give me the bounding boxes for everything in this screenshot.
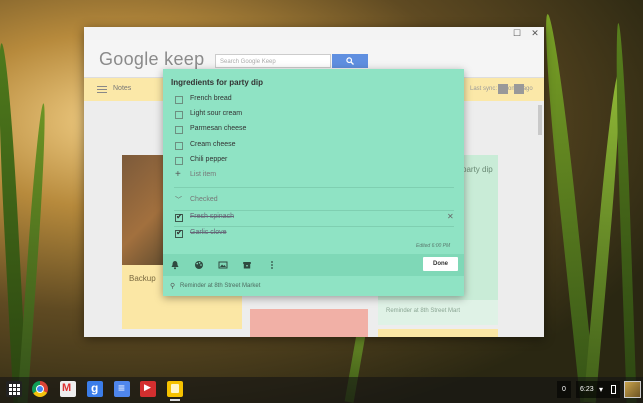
list-item[interactable]: Parmesan cheese bbox=[175, 124, 455, 136]
checkbox[interactable] bbox=[175, 96, 183, 104]
note-card-text: Backup bbox=[129, 274, 156, 283]
archive-icon[interactable] bbox=[242, 260, 252, 270]
checkbox[interactable] bbox=[175, 157, 183, 165]
maximize-button[interactable]: ☐ bbox=[511, 28, 523, 39]
notification-count[interactable]: 0 bbox=[557, 381, 571, 398]
youtube-icon[interactable] bbox=[140, 381, 156, 397]
checked-section-label: Checked bbox=[190, 196, 218, 203]
color-palette-icon[interactable] bbox=[194, 260, 204, 270]
clock: 6:23 bbox=[580, 386, 594, 393]
list-item-label[interactable]: Garlic clove bbox=[190, 229, 227, 236]
note-title[interactable]: Ingredients for party dip bbox=[171, 78, 263, 87]
checkbox[interactable] bbox=[175, 142, 183, 150]
list-item-label[interactable]: Chili pepper bbox=[190, 156, 227, 163]
battery-icon bbox=[611, 385, 616, 394]
active-app-indicator bbox=[170, 399, 180, 401]
more-options-icon[interactable] bbox=[267, 260, 277, 270]
note-card-title: party dip bbox=[462, 165, 493, 174]
search-button[interactable] bbox=[332, 54, 368, 68]
list-item[interactable]: Chili pepper bbox=[175, 155, 455, 167]
wifi-icon: ▾ bbox=[599, 385, 604, 394]
notes-section-label: Notes bbox=[113, 85, 132, 92]
note-toolbar: Done bbox=[163, 254, 464, 276]
delete-item-icon[interactable]: ✕ bbox=[447, 212, 454, 221]
hamburger-menu-icon[interactable] bbox=[97, 86, 107, 95]
note-editor[interactable]: Ingredients for party dip French bread L… bbox=[163, 69, 464, 296]
reminder-bell-icon[interactable] bbox=[170, 260, 180, 270]
grid-view-icon[interactable] bbox=[514, 84, 524, 94]
note-card-yellow[interactable] bbox=[378, 329, 498, 337]
google-search-icon[interactable] bbox=[87, 381, 103, 397]
add-list-item-placeholder[interactable]: List item bbox=[190, 171, 216, 178]
gmail-icon[interactable] bbox=[60, 381, 76, 397]
close-window-button[interactable]: ✕ bbox=[529, 28, 541, 39]
grass-blade bbox=[613, 22, 637, 403]
edited-timestamp: Edited 6:00 PM bbox=[416, 243, 451, 249]
checkbox[interactable] bbox=[175, 111, 183, 119]
plus-icon: + bbox=[175, 169, 181, 180]
image-icon[interactable] bbox=[218, 260, 228, 270]
checkbox-checked[interactable] bbox=[175, 228, 183, 238]
window-titlebar[interactable]: ☐ ✕ bbox=[84, 27, 544, 40]
note-card-reminder[interactable]: Reminder at 8th Street Mart bbox=[378, 300, 498, 325]
divider bbox=[174, 187, 454, 188]
scrollbar[interactable] bbox=[538, 105, 542, 135]
reminder-text[interactable]: Reminder at 8th Street Market bbox=[180, 283, 260, 289]
reminder-chip[interactable]: ⚲ Reminder at 8th Street Market bbox=[163, 276, 464, 296]
grass-blade bbox=[17, 103, 49, 403]
status-tray[interactable]: 6:23 ▾ bbox=[576, 381, 620, 398]
divider bbox=[174, 226, 454, 227]
user-avatar[interactable] bbox=[624, 381, 641, 398]
done-button[interactable]: Done bbox=[423, 257, 458, 271]
chrome-os-shelf: 0 6:23 ▾ bbox=[0, 377, 643, 403]
keep-icon[interactable] bbox=[167, 381, 183, 397]
search-icon bbox=[346, 57, 354, 65]
list-item[interactable]: Cream cheese bbox=[175, 140, 455, 152]
keep-logo: Google keep bbox=[99, 49, 205, 69]
docs-icon[interactable] bbox=[114, 381, 130, 397]
checked-list-item[interactable]: Fresh spinach ✕ bbox=[175, 212, 455, 224]
checkbox-checked[interactable] bbox=[175, 212, 183, 222]
launcher-icon[interactable] bbox=[6, 381, 22, 397]
checked-list-item[interactable]: Garlic clove bbox=[175, 228, 455, 240]
list-item-label[interactable]: French bread bbox=[190, 95, 232, 102]
list-item[interactable]: French bread bbox=[175, 94, 455, 106]
divider bbox=[174, 210, 454, 211]
checkbox[interactable] bbox=[175, 126, 183, 134]
chevron-down-icon: ﹀ bbox=[175, 197, 182, 204]
chrome-icon[interactable] bbox=[32, 381, 48, 397]
list-item-label[interactable]: Parmesan cheese bbox=[190, 125, 246, 132]
list-item[interactable]: Light sour cream bbox=[175, 109, 455, 121]
note-card-reminder-text: Reminder at 8th Street Mart bbox=[386, 308, 461, 314]
location-pin-icon: ⚲ bbox=[170, 283, 176, 290]
add-list-item[interactable]: + List item bbox=[175, 169, 455, 182]
refresh-icon[interactable] bbox=[498, 84, 508, 94]
note-card-red[interactable] bbox=[250, 309, 368, 337]
search-input[interactable]: Search Google Keep bbox=[215, 54, 331, 68]
checked-section-toggle[interactable]: ﹀ Checked bbox=[175, 195, 455, 207]
list-item-label[interactable]: Fresh spinach bbox=[190, 213, 234, 220]
list-item-label[interactable]: Cream cheese bbox=[190, 141, 236, 148]
list-item-label[interactable]: Light sour cream bbox=[190, 110, 242, 117]
